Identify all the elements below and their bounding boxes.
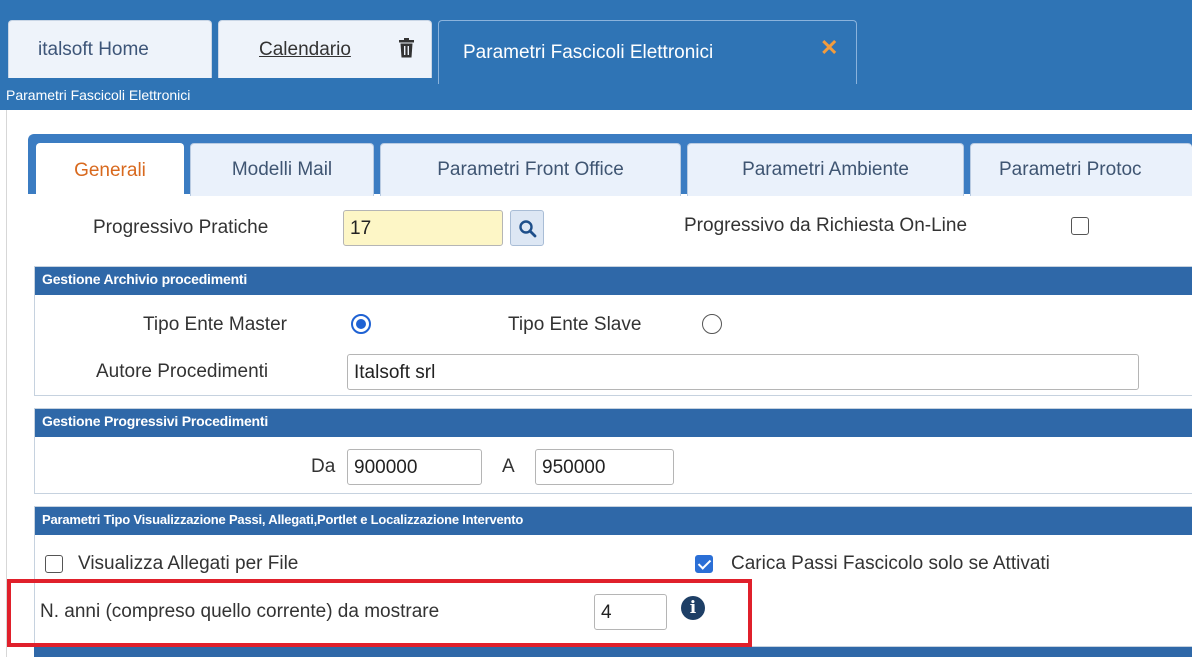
tab-italsoft-home[interactable]: italsoft Home [8, 20, 212, 78]
carica-passi-label: Carica Passi Fascicolo solo se Attivati [731, 553, 1050, 574]
tab-generali-label: Generali [74, 159, 146, 181]
tab-calendario-label: Calendario [259, 38, 351, 60]
tab-parametri-front-office[interactable]: Parametri Front Office [380, 143, 681, 196]
da-input[interactable]: 900000 [347, 449, 482, 485]
section-progressivi-title: Gestione Progressivi Procedimenti [35, 409, 1192, 437]
a-input[interactable]: 950000 [535, 449, 674, 485]
section-archivio-title: Gestione Archivio procedimenti [35, 267, 1192, 295]
tab-italsoft-home-label: italsoft Home [38, 38, 149, 60]
tab-calendario[interactable]: Calendario [218, 20, 432, 78]
tab-parametri-front-office-label: Parametri Front Office [437, 159, 624, 180]
tab-parametri-fascicoli[interactable]: Parametri Fascicoli Elettronici ✕ [438, 20, 857, 84]
visualizza-allegati-label: Visualizza Allegati per File [78, 553, 299, 574]
tab-modelli-mail-label: Modelli Mail [231, 159, 333, 180]
tipo-ente-master-radio[interactable] [351, 314, 371, 334]
carica-passi-checkbox[interactable] [695, 555, 713, 573]
tipo-ente-master-label: Tipo Ente Master [143, 314, 287, 335]
search-icon [519, 220, 537, 238]
tab-modelli-mail[interactable]: Modelli Mail [190, 143, 374, 196]
progressivo-pratiche-label: Progressivo Pratiche [93, 217, 269, 238]
close-icon[interactable]: ✕ [820, 37, 838, 59]
section-visualizzazione-title: Parametri Tipo Visualizzazione Passi, Al… [35, 507, 1192, 535]
tab-generali[interactable]: Generali [36, 143, 184, 197]
highlight-box [7, 579, 752, 647]
da-label: Da [311, 456, 336, 477]
tipo-ente-slave-radio[interactable] [702, 314, 722, 334]
next-section-header [34, 647, 1192, 657]
tab-parametri-fascicoli-label: Parametri Fascicoli Elettronici [463, 41, 714, 63]
tab-parametri-protocollo[interactable]: Parametri Protoc [970, 143, 1192, 196]
tab-parametri-protocollo-label: Parametri Protoc [999, 159, 1142, 180]
tab-parametri-ambiente[interactable]: Parametri Ambiente [687, 143, 964, 196]
progressivo-online-checkbox[interactable] [1071, 217, 1089, 235]
trash-icon[interactable] [399, 38, 414, 58]
window-title: Parametri Fascicoli Elettronici [0, 84, 1192, 110]
autore-procedimenti-input[interactable]: Italsoft srl [347, 354, 1139, 390]
tipo-ente-slave-label: Tipo Ente Slave [508, 314, 642, 335]
a-label: A [502, 456, 515, 477]
autore-procedimenti-label: Autore Procedimenti [96, 361, 269, 382]
search-button[interactable] [510, 210, 544, 246]
progressivo-pratiche-input[interactable]: 17 [343, 210, 503, 246]
visualizza-allegati-checkbox[interactable] [45, 555, 63, 573]
progressivo-online-label: Progressivo da Richiesta On-Line [684, 215, 968, 236]
tab-parametri-ambiente-label: Parametri Ambiente [742, 159, 909, 180]
